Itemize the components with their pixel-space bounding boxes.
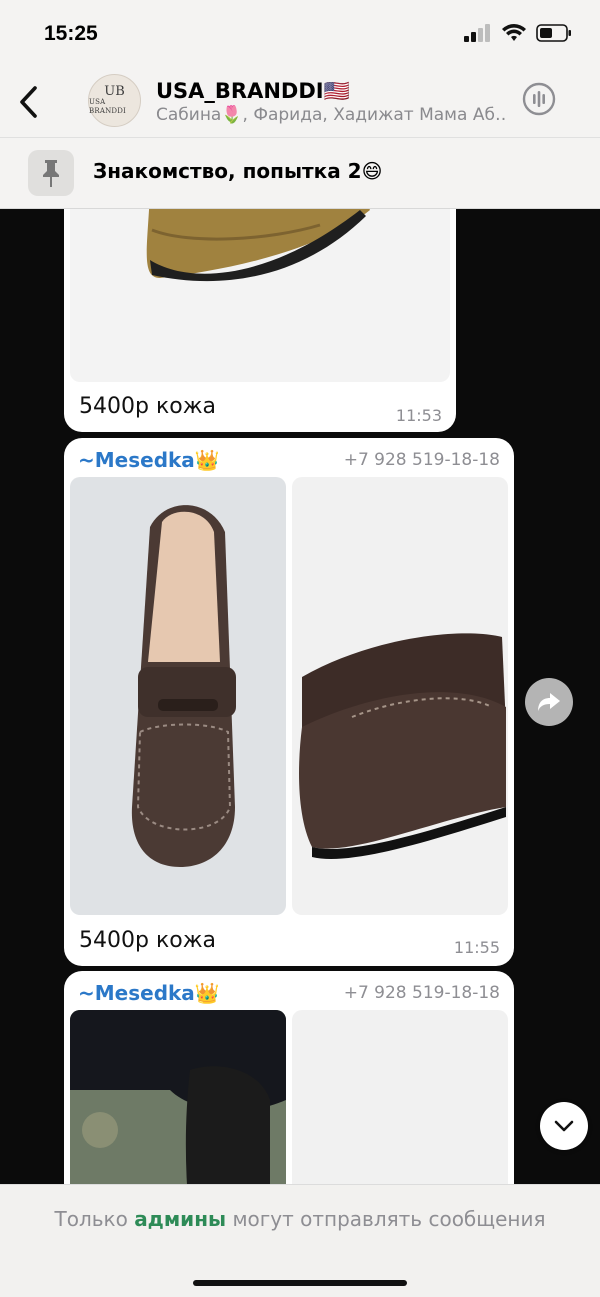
avatar-text: USA BRANDDI — [89, 98, 126, 115]
footer-bar: Только админы могут отправлять сообщения — [0, 1184, 600, 1297]
sender-row: ~Mesedka👑 +7 928 519-18-18 — [78, 981, 500, 1005]
message-caption: 5400р кожа — [79, 928, 216, 953]
avatar[interactable]: UB USA BRANDDI — [88, 74, 141, 127]
call-icon[interactable] — [522, 82, 556, 116]
admins-only-notice: Только админы могут отправлять сообщения — [0, 1207, 600, 1231]
chat-members[interactable]: Сабина🌷, Фарида, Хадижат Мама Аб… — [156, 105, 506, 125]
wifi-icon — [502, 24, 526, 47]
sender-row: ~Mesedka👑 +7 928 519-18-18 — [78, 448, 500, 472]
message-caption: 5400р кожа — [79, 394, 216, 419]
shoe-photo-left[interactable] — [70, 477, 286, 915]
sender-name[interactable]: ~Mesedka👑 — [78, 448, 220, 472]
chat-header: 15:25 UB USA BRANDDI USA_BRANDDI🇺🇸 Сабин… — [0, 0, 600, 209]
back-chevron-icon[interactable] — [14, 82, 44, 122]
admins-link[interactable]: админы — [134, 1207, 226, 1231]
notice-prefix: Только — [54, 1207, 128, 1231]
sender-name[interactable]: ~Mesedka👑 — [78, 981, 220, 1005]
shoe-photo-right[interactable] — [292, 477, 508, 915]
message-bubble[interactable]: ~Mesedka👑 +7 928 519-18-18 5400р кожа 11… — [64, 438, 514, 966]
share-icon[interactable] — [525, 678, 573, 726]
avatar-monogram: UB — [104, 84, 125, 99]
home-indicator — [193, 1280, 407, 1286]
pinned-text: Знакомство, попытка 2😄 — [93, 159, 383, 183]
chevron-down-icon[interactable] — [540, 1102, 588, 1150]
pin-icon — [28, 150, 74, 196]
message-time: 11:55 — [453, 938, 500, 957]
battery-icon — [536, 24, 572, 47]
notice-suffix: могут отправлять сообщения — [232, 1207, 546, 1231]
status-icons — [464, 24, 572, 47]
signal-icon — [464, 24, 492, 47]
message-time: 11:53 — [395, 406, 442, 425]
status-time: 15:25 — [44, 22, 98, 45]
sender-phone: +7 928 519-18-18 — [343, 450, 500, 470]
chat-title[interactable]: USA_BRANDDI🇺🇸 — [156, 79, 350, 104]
pinned-message[interactable]: Знакомство, попытка 2😄 — [0, 137, 600, 207]
sender-phone: +7 928 519-18-18 — [343, 983, 500, 1003]
